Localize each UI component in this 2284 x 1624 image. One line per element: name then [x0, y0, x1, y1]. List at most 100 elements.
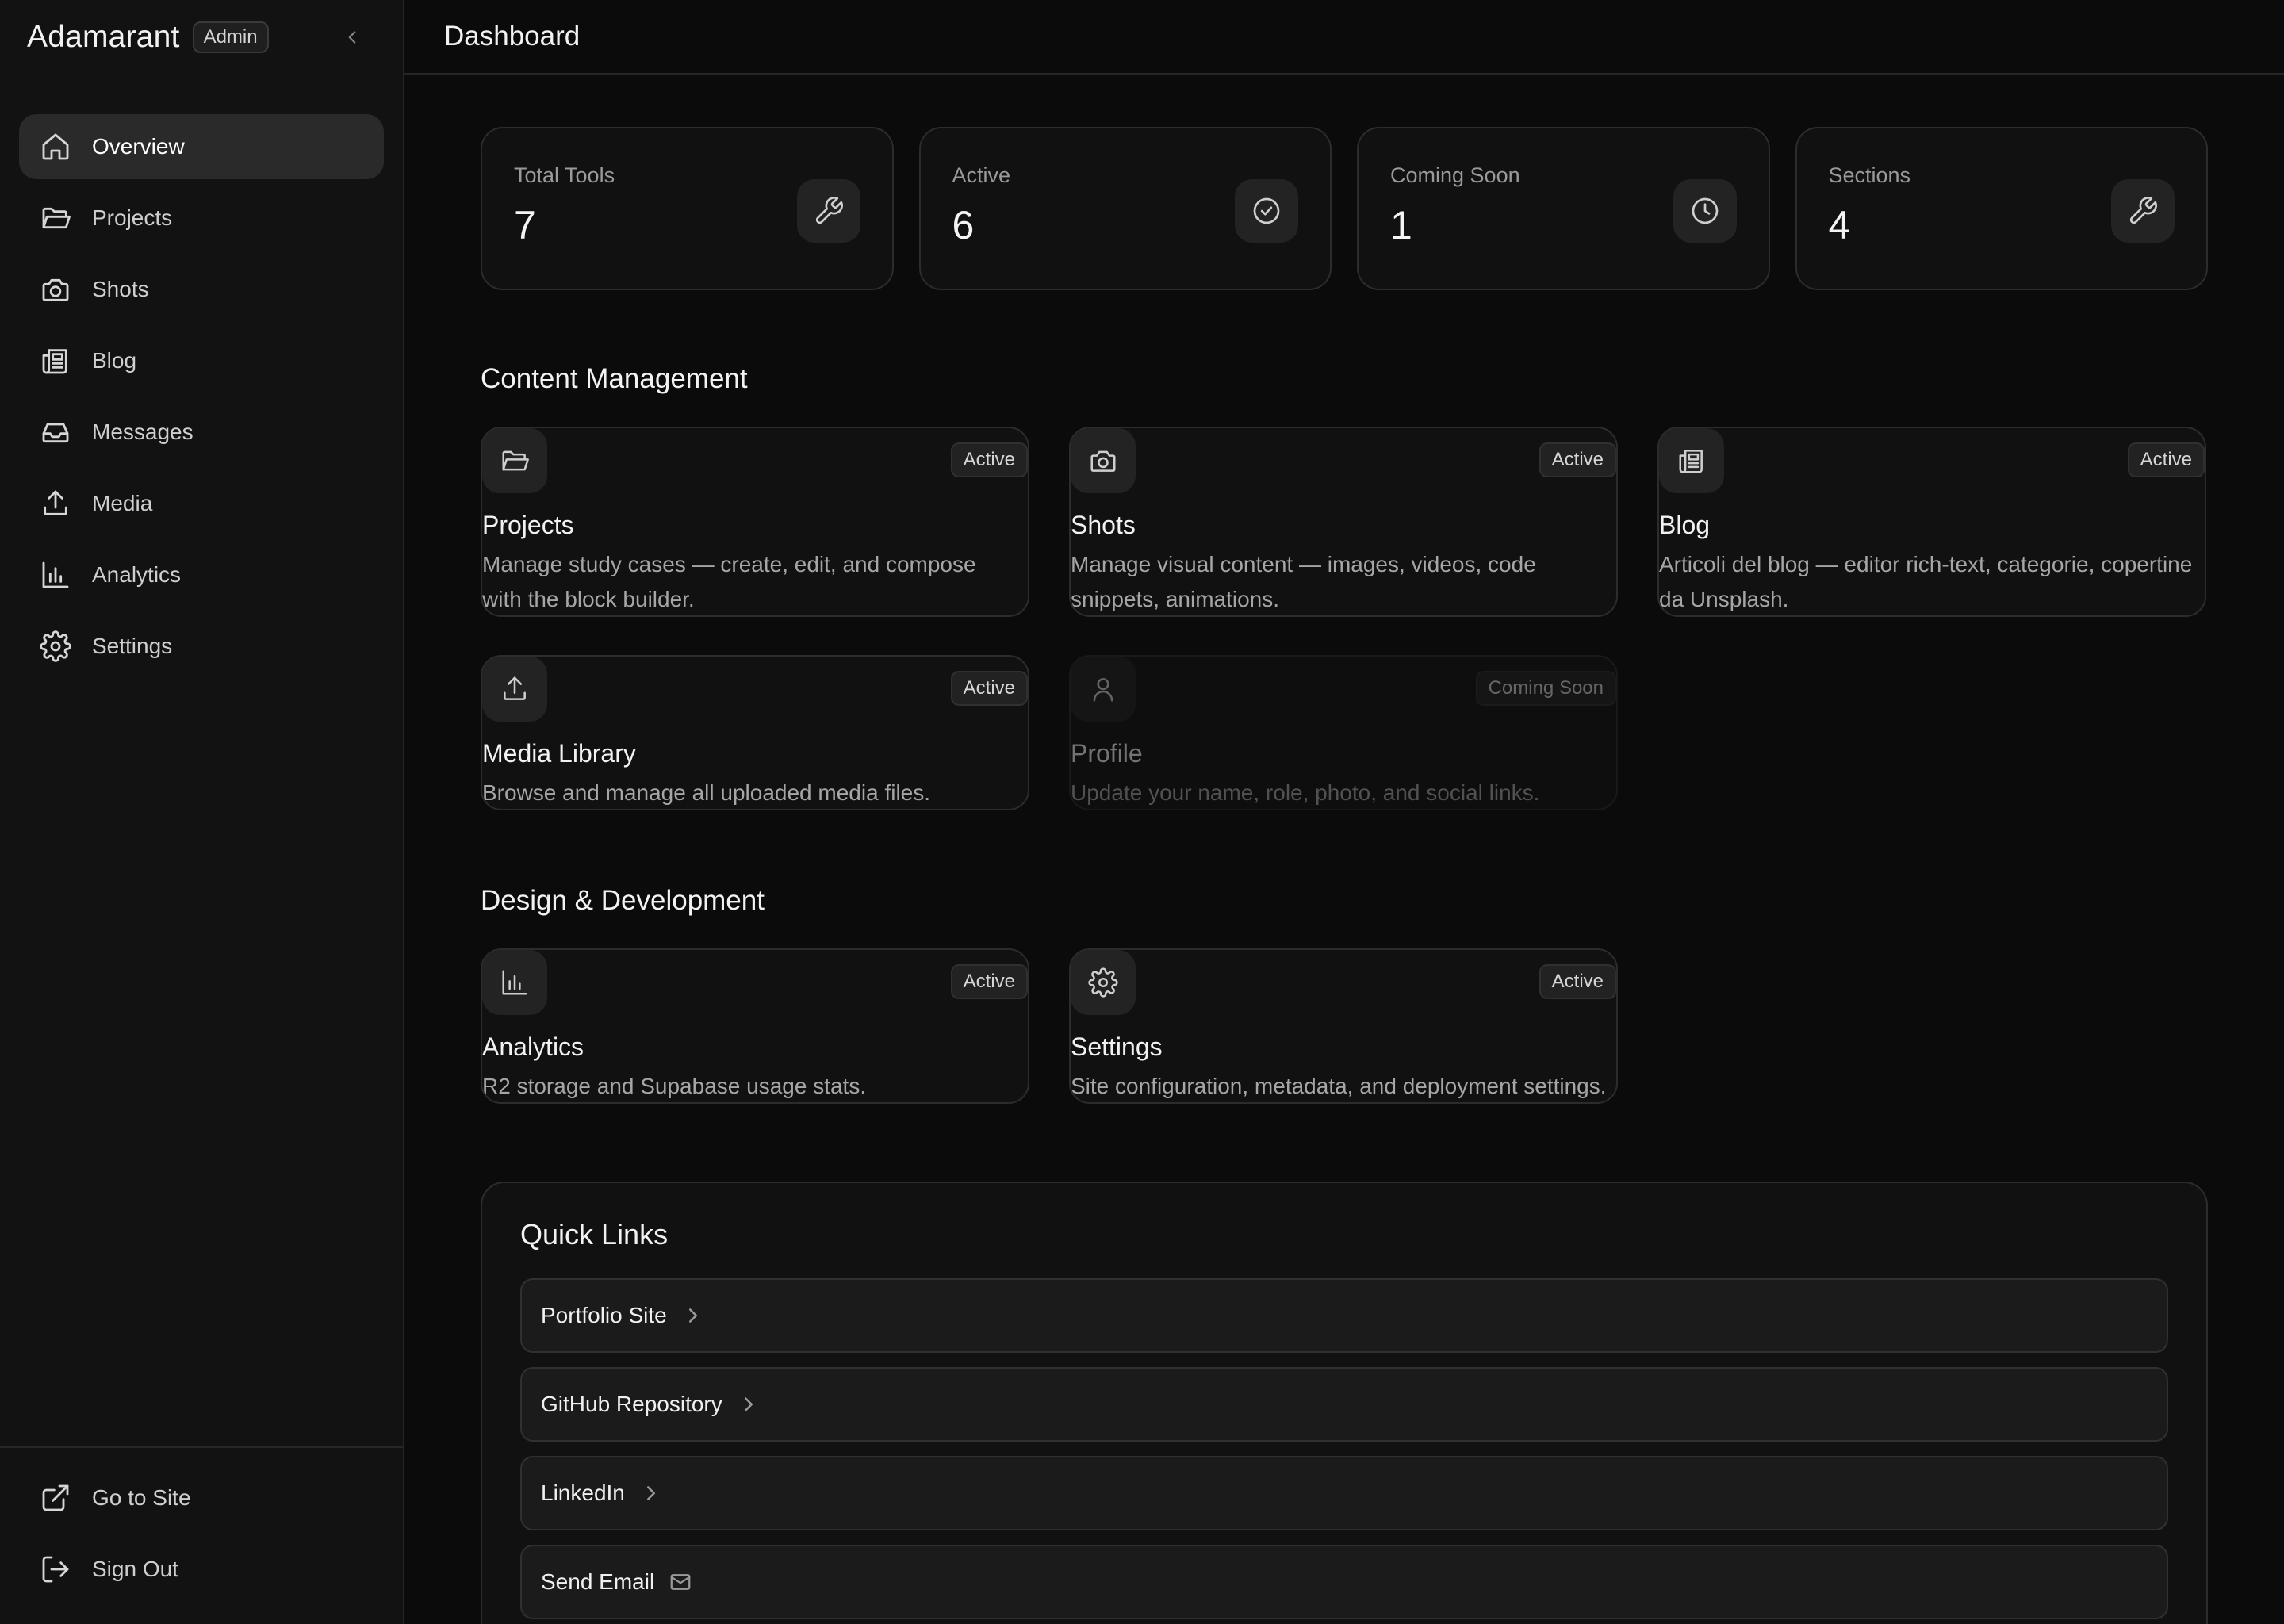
go-to-site-link[interactable]: Go to Site: [19, 1465, 384, 1530]
camera-icon: [40, 274, 71, 305]
design-development-grid: Active Analytics R2 storage and Supabase…: [481, 948, 2208, 1104]
sidebar-item-settings[interactable]: Settings: [19, 614, 384, 679]
sign-out-button[interactable]: Sign Out: [19, 1537, 384, 1602]
sidebar-item-label: Analytics: [92, 562, 182, 587]
chevron-right-icon: [681, 1304, 705, 1327]
main-content: Dashboard Total Tools 7 Active 6 Coming …: [404, 0, 2284, 1624]
tool-name: Projects: [482, 511, 574, 539]
external-link-icon: [40, 1482, 71, 1514]
inbox-icon: [40, 416, 71, 448]
stat-card-coming-soon: Coming Soon 1: [1357, 127, 1770, 290]
admin-app: Adamarant Admin Overview Projects Shots …: [0, 0, 2284, 1624]
sidebar-item-overview[interactable]: Overview: [19, 114, 384, 179]
tool-description: Update your name, role, photo, and socia…: [1071, 780, 1540, 805]
wrench-icon: [2111, 179, 2175, 243]
stat-card-active: Active 6: [918, 127, 1332, 290]
tool-description: R2 storage and Supabase usage stats.: [482, 1074, 867, 1098]
content-management-grid: Active Projects Manage study cases — cre…: [481, 427, 2208, 810]
quick-links-panel: Quick Links Portfolio Site GitHub Reposi…: [481, 1182, 2208, 1624]
tool-description: Articoli del blog — editor rich-text, ca…: [1659, 552, 2193, 611]
home-icon: [40, 131, 71, 163]
dashboard-body: Total Tools 7 Active 6 Coming Soon 1 Sec…: [404, 75, 2284, 1624]
status-badge: Active: [2127, 442, 2205, 477]
quick-link-label: LinkedIn: [541, 1480, 625, 1505]
quick-link-portfolio-site[interactable]: Portfolio Site: [520, 1278, 2168, 1353]
folder-icon: [482, 428, 547, 493]
tool-description: Manage visual content — images, videos, …: [1071, 552, 1536, 611]
sidebar-item-label: Messages: [92, 419, 194, 444]
sidebar-item-analytics[interactable]: Analytics: [19, 542, 384, 607]
folder-icon: [40, 202, 71, 234]
mail-icon: [669, 1570, 692, 1594]
sign-out-icon: [40, 1553, 71, 1585]
go-to-site-label: Go to Site: [92, 1485, 191, 1510]
stat-card-sections: Sections 4: [1795, 127, 2208, 290]
quick-link-label: Portfolio Site: [541, 1303, 667, 1327]
tool-description: Browse and manage all uploaded media fil…: [482, 780, 931, 805]
sidebar-item-label: Shots: [92, 277, 149, 301]
quick-link-linkedin[interactable]: LinkedIn: [520, 1456, 2168, 1530]
sidebar-item-shots[interactable]: Shots: [19, 257, 384, 322]
tool-description: Site configuration, metadata, and deploy…: [1071, 1074, 1607, 1098]
quick-link-github-repository[interactable]: GitHub Repository: [520, 1367, 2168, 1442]
sidebar-footer: Go to Site Sign Out: [0, 1446, 403, 1624]
section-title-design-development: Design & Development: [481, 885, 765, 916]
upload-icon: [40, 488, 71, 519]
check-circle-icon: [1235, 179, 1298, 243]
tool-name: Profile: [1071, 739, 1143, 768]
chevron-right-icon: [639, 1481, 663, 1505]
newspaper-icon: [1659, 428, 1724, 493]
page-title: Dashboard: [444, 21, 581, 52]
sidebar-nav: Overview Projects Shots Blog Messages Me…: [0, 75, 403, 679]
sidebar-item-blog[interactable]: Blog: [19, 328, 384, 393]
stat-card-total-tools: Total Tools 7: [481, 127, 894, 290]
quick-links-title: Quick Links: [520, 1218, 669, 1251]
sidebar-header: Adamarant Admin: [0, 0, 403, 75]
tool-description: Manage study cases — create, edit, and c…: [482, 552, 976, 611]
tool-card-projects[interactable]: Active Projects Manage study cases — cre…: [481, 427, 1029, 617]
tool-name: Shots: [1071, 511, 1136, 539]
sidebar: Adamarant Admin Overview Projects Shots …: [0, 0, 404, 1624]
sidebar-item-label: Blog: [92, 348, 137, 373]
sidebar-item-label: Projects: [92, 205, 173, 230]
tool-card-settings[interactable]: Active Settings Site configuration, meta…: [1069, 948, 1618, 1104]
tool-card-blog[interactable]: Active Blog Articoli del blog — editor r…: [1657, 427, 2206, 617]
tool-card-media-library[interactable]: Active Media Library Browse and manage a…: [481, 655, 1029, 810]
collapse-sidebar-button[interactable]: [336, 21, 368, 53]
wrench-icon: [796, 179, 860, 243]
tool-name: Analytics: [482, 1032, 584, 1061]
status-badge: Active: [950, 671, 1028, 706]
sidebar-item-media[interactable]: Media: [19, 471, 384, 536]
sidebar-item-projects[interactable]: Projects: [19, 186, 384, 251]
admin-badge: Admin: [192, 21, 269, 53]
bar-chart-icon: [40, 559, 71, 591]
topbar: Dashboard: [404, 0, 2284, 75]
upload-icon: [482, 657, 547, 722]
tool-name: Blog: [1659, 511, 1711, 539]
tool-card-analytics[interactable]: Active Analytics R2 storage and Supabase…: [481, 948, 1029, 1104]
tool-card-profile: Coming Soon Profile Update your name, ro…: [1069, 655, 1618, 810]
newspaper-icon: [40, 345, 71, 377]
bar-chart-icon: [482, 950, 547, 1015]
section-title-content-management: Content Management: [481, 363, 748, 394]
status-badge: Active: [950, 964, 1028, 999]
status-badge: Active: [950, 442, 1028, 477]
camera-icon: [1071, 428, 1136, 493]
sign-out-label: Sign Out: [92, 1557, 178, 1581]
stats-row: Total Tools 7 Active 6 Coming Soon 1 Sec…: [481, 127, 2208, 290]
status-badge: Active: [1539, 964, 1616, 999]
tool-name: Settings: [1071, 1032, 1163, 1061]
chevron-right-icon: [737, 1392, 761, 1416]
chevron-left-icon: [348, 31, 356, 44]
sidebar-item-messages[interactable]: Messages: [19, 400, 384, 465]
tool-card-shots[interactable]: Active Shots Manage visual content — ima…: [1069, 427, 1618, 617]
sidebar-item-label: Overview: [92, 134, 185, 159]
quick-links-list: Portfolio Site GitHub Repository LinkedI…: [520, 1278, 2168, 1619]
quick-link-send-email[interactable]: Send Email: [520, 1545, 2168, 1619]
sidebar-item-label: Settings: [92, 634, 173, 658]
tool-name: Media Library: [482, 739, 636, 768]
gear-icon: [40, 630, 71, 662]
sidebar-item-label: Media: [92, 491, 153, 515]
user-icon: [1071, 657, 1136, 722]
clock-icon: [1673, 179, 1737, 243]
